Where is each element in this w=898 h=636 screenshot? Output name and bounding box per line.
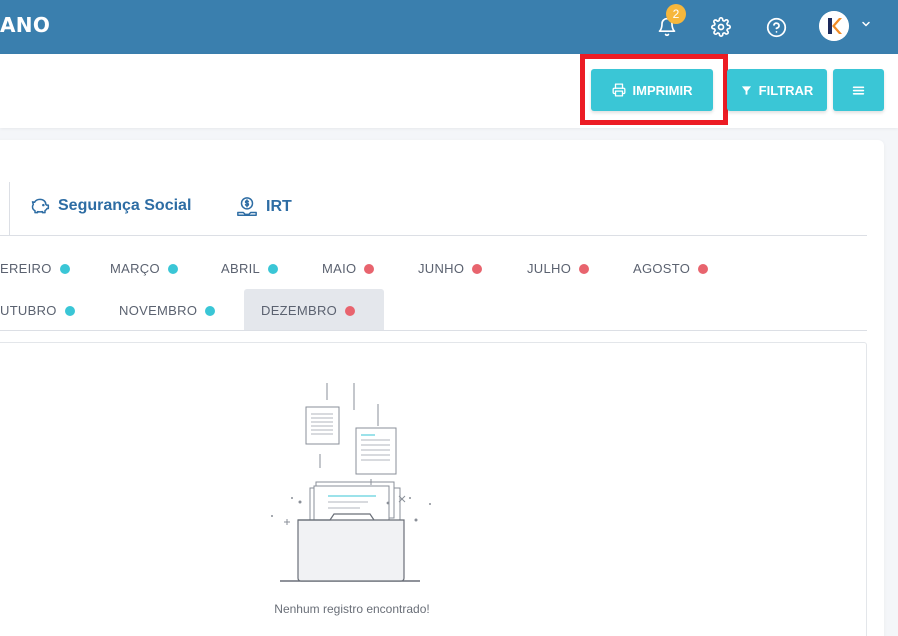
status-dot [364,263,375,274]
filter-button[interactable]: FILTRAR [727,69,827,111]
menu-button[interactable] [833,69,884,111]
month-fevereiro[interactable]: EREIRO [0,261,70,276]
month-label: JULHO [527,261,572,276]
month-maio[interactable]: MAIO [322,261,375,276]
brand-title: ANO [0,13,51,37]
empty-message: Nenhum registro encontrado! [274,602,430,616]
piggy-bank-icon [31,198,50,214]
status-dot [268,263,279,274]
month-outubro[interactable]: UTUBRO [0,303,75,318]
top-bar: ANO 2 [0,0,898,54]
tab-seguranca-social-label: Segurança Social [58,197,192,214]
tab-seguranca-social[interactable]: Segurança Social [30,196,191,216]
month-abril[interactable]: ABRIL [221,261,279,276]
month-novembro[interactable]: NOVEMBRO [119,303,216,318]
month-label: MAIO [322,261,357,276]
month-label: JUNHO [418,261,465,276]
month-dezembro[interactable]: DEZEMBRO [261,303,356,318]
month-marco[interactable]: MARÇO [110,261,178,276]
month-agosto[interactable]: AGOSTO [633,261,709,276]
print-highlight-box [580,54,728,125]
status-dot [698,263,709,274]
month-label: ABRIL [221,261,261,276]
tab-irt-label: IRT [266,198,292,215]
months-divider [0,330,867,331]
month-label: AGOSTO [633,261,691,276]
empty-folder-illustration [271,383,431,582]
status-dot [59,263,70,274]
status-dot [205,305,216,316]
status-dot [345,305,356,316]
status-dot [167,263,178,274]
filter-icon [741,85,751,95]
chevron-down-icon[interactable] [860,17,872,35]
gear-icon[interactable] [706,12,736,42]
money-hand-icon [237,197,257,216]
month-label: NOVEMBRO [119,303,198,318]
status-dot [472,263,483,274]
menu-icon [852,85,865,95]
month-label: UTUBRO [0,303,57,318]
filter-button-label: FILTRAR [758,82,814,98]
month-label: EREIRO [0,261,52,276]
avatar[interactable] [819,11,849,41]
status-dot [64,305,75,316]
notification-badge: 2 [666,4,686,24]
tab-irt[interactable]: IRT [236,196,292,218]
tab-divider [9,182,10,236]
month-julho[interactable]: JULHO [527,261,590,276]
month-label: MARÇO [110,261,160,276]
month-junho[interactable]: JUNHO [418,261,483,276]
status-dot [579,263,590,274]
month-label: DEZEMBRO [261,303,338,318]
help-icon[interactable] [761,12,791,42]
